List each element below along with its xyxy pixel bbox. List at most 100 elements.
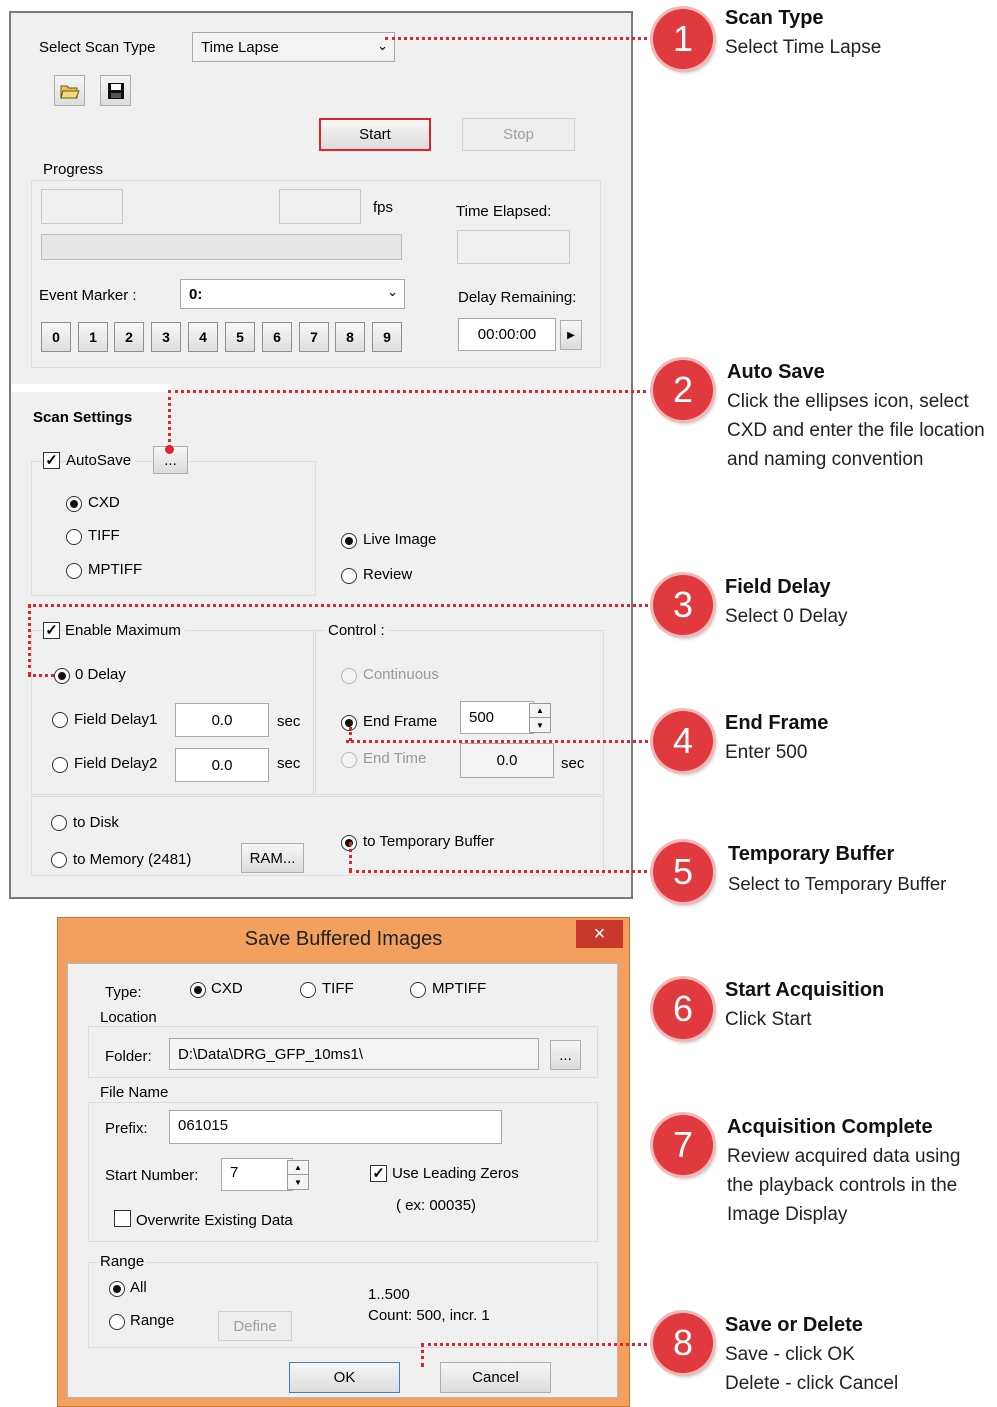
callout-title-1: Scan Type (725, 7, 824, 29)
spin-up-icon[interactable]: ▲ (288, 1161, 308, 1175)
to-disk-radio[interactable] (51, 815, 67, 831)
enable-maximum-label: Enable Maximum (65, 622, 185, 639)
start-number-input[interactable]: 7 (221, 1158, 293, 1191)
marker-button-2[interactable]: 2 (114, 322, 144, 352)
open-folder-button[interactable] (54, 75, 85, 106)
marker-button-0[interactable]: 0 (41, 322, 71, 352)
callout-badge-1: 1 (653, 9, 713, 69)
callout-desc-7: Review acquired data using the playback … (727, 1146, 961, 1225)
callout-desc-4: Enter 500 (725, 742, 808, 763)
dialog-title: Save Buffered Images (244, 928, 443, 950)
connector-3-h (28, 604, 653, 607)
to-temporary-buffer-label: to Temporary Buffer (363, 833, 495, 850)
connector-4 (346, 740, 653, 743)
to-memory-radio[interactable] (51, 852, 67, 868)
overwrite-checkbox[interactable] (114, 1210, 131, 1227)
save-button[interactable] (100, 75, 131, 106)
format-cxd-radio[interactable] (66, 496, 82, 512)
connector-8-v (421, 1343, 424, 1367)
live-image-label: Live Image (363, 531, 437, 548)
ok-button[interactable]: OK (289, 1362, 400, 1393)
leading-zeros-example: ( ex: 00035) (396, 1197, 477, 1214)
enable-maximum-checkbox[interactable]: ✓ (43, 622, 60, 639)
callout-title-2: Auto Save (727, 361, 825, 383)
format-mptiff-radio[interactable] (66, 563, 82, 579)
callout-badge-8: 8 (653, 1313, 713, 1373)
callout-desc-2: Click the ellipses icon, select CXD and … (727, 391, 985, 470)
browse-folder-button[interactable]: ... (550, 1040, 581, 1070)
field-delay1-radio[interactable] (52, 712, 68, 728)
define-button[interactable]: Define (218, 1311, 292, 1341)
marker-button-9[interactable]: 9 (372, 322, 402, 352)
use-leading-zeros-checkbox[interactable]: ✓ (370, 1165, 387, 1182)
stop-button[interactable]: Stop (462, 118, 575, 151)
end-frame-spinner[interactable]: ▲ ▼ (529, 703, 551, 733)
range-all-radio[interactable] (109, 1281, 125, 1297)
type-tiff-radio[interactable] (300, 982, 316, 998)
file-name-label: File Name (98, 1084, 171, 1101)
callout-title-8: Save or Delete (725, 1314, 863, 1336)
callout-badge-2: 2 (653, 360, 713, 420)
play-button[interactable]: ▶ (560, 320, 582, 350)
marker-button-5[interactable]: 5 (225, 322, 255, 352)
live-image-radio[interactable] (341, 533, 357, 549)
callout-desc-8: Save - click OK Delete - click Cancel (725, 1344, 899, 1394)
play-icon: ▶ (567, 329, 575, 341)
marker-button-6[interactable]: 6 (262, 322, 292, 352)
scan-type-label: Select Scan Type (39, 39, 156, 56)
marker-button-1[interactable]: 1 (78, 322, 108, 352)
scan-type-value: Time Lapse (201, 38, 279, 56)
field-delay2-label: Field Delay2 (74, 755, 158, 772)
type-mptiff-label: MPTIFF (432, 980, 487, 997)
start-number-spinner[interactable]: ▲ ▼ (287, 1160, 309, 1190)
start-button[interactable]: Start (319, 118, 431, 151)
ram-button[interactable]: RAM... (241, 843, 304, 873)
format-cxd-label: CXD (88, 494, 120, 511)
event-marker-select[interactable]: 0: ⌄ (180, 279, 405, 309)
callout-desc-5: Select to Temporary Buffer (728, 873, 947, 894)
cancel-button[interactable]: Cancel (440, 1362, 551, 1393)
range-range-radio[interactable] (109, 1314, 125, 1330)
continuous-label: Continuous (363, 666, 439, 683)
field-delay1-input[interactable]: 0.0 (175, 703, 269, 737)
marker-button-4[interactable]: 4 (188, 322, 218, 352)
overwrite-label: Overwrite Existing Data (136, 1212, 293, 1229)
format-tiff-radio[interactable] (66, 529, 82, 545)
marker-button-8[interactable]: 8 (335, 322, 365, 352)
connector-3-end-h (28, 674, 54, 677)
time-elapsed-label: Time Elapsed: (456, 203, 552, 220)
folder-input[interactable]: D:\Data\DRG_GFP_10ms1\ (169, 1038, 539, 1070)
spin-down-icon[interactable]: ▼ (288, 1175, 308, 1189)
scan-type-select[interactable]: Time Lapse ⌄ (192, 32, 395, 62)
autosave-label: AutoSave (66, 452, 136, 469)
type-tiff-label: TIFF (322, 980, 354, 997)
format-tiff-label: TIFF (88, 527, 120, 544)
end-time-label: End Time (363, 750, 427, 767)
delay-remaining-label: Delay Remaining: (458, 289, 577, 306)
separator (11, 384, 171, 392)
connector-1 (385, 37, 653, 40)
end-time-input[interactable]: 0.0 (460, 743, 554, 778)
prefix-input[interactable]: 061015 (169, 1110, 502, 1144)
zero-delay-radio[interactable] (54, 668, 70, 684)
marker-button-7[interactable]: 7 (299, 322, 329, 352)
end-time-radio[interactable] (341, 752, 357, 768)
end-frame-input[interactable]: 500 (460, 701, 534, 734)
connector-3-v (28, 604, 31, 676)
spin-up-icon[interactable]: ▲ (530, 704, 550, 718)
range-text: 1..500 (368, 1286, 410, 1303)
prefix-label: Prefix: (105, 1120, 148, 1137)
connector-2-end (165, 445, 174, 454)
event-marker-value: 0: (189, 285, 203, 303)
review-radio[interactable] (341, 568, 357, 584)
close-icon: × (593, 922, 606, 945)
marker-button-3[interactable]: 3 (151, 322, 181, 352)
field-delay2-input[interactable]: 0.0 (175, 748, 269, 782)
close-button[interactable]: × (576, 920, 623, 948)
type-mptiff-radio[interactable] (410, 982, 426, 998)
continuous-radio[interactable] (341, 668, 357, 684)
autosave-checkbox[interactable]: ✓ (43, 452, 60, 469)
spin-down-icon[interactable]: ▼ (530, 718, 550, 732)
field-delay2-radio[interactable] (52, 757, 68, 773)
type-cxd-radio[interactable] (190, 982, 206, 998)
